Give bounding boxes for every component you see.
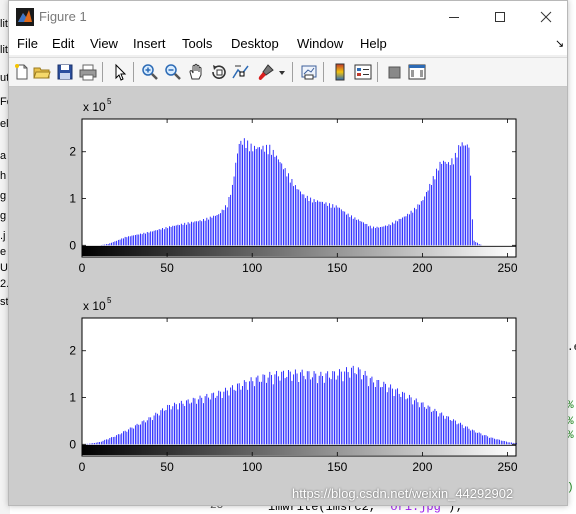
menu-bar: File Edit View Insert Tools Desktop Wind… — [9, 33, 567, 55]
y-tick-label: 2 — [69, 145, 76, 159]
y-multiplier-exponent: 5 — [107, 97, 112, 106]
rotate-3d-icon[interactable] — [210, 63, 228, 81]
x-tick-label: 100 — [242, 261, 262, 275]
y-tick-label: 2 — [69, 344, 76, 358]
link-plot-icon[interactable] — [300, 63, 318, 81]
dropdown-arrow-icon[interactable] — [277, 63, 287, 81]
menu-window[interactable]: Window — [297, 36, 343, 51]
minimize-button[interactable] — [431, 1, 477, 33]
menu-file[interactable]: File — [17, 36, 38, 51]
data-cursor-icon[interactable] — [232, 63, 250, 81]
histogram-panel-2: 0 50 100 150 200 250 0 1 2 x 10 5 — [69, 296, 518, 474]
maximize-icon — [495, 12, 505, 22]
x-tick-label: 0 — [79, 460, 86, 474]
y-multiplier-label: x 10 — [83, 100, 106, 114]
print-icon[interactable] — [79, 63, 97, 81]
background-text-fragment: .j — [0, 230, 6, 242]
background-text-fragment: .e — [567, 342, 576, 354]
x-tick-label: 100 — [242, 460, 262, 474]
y-tick-label: 1 — [69, 391, 76, 405]
x-tick-label: 250 — [497, 261, 517, 275]
y-tick-label: 1 — [69, 192, 76, 206]
window-title: Figure 1 — [39, 9, 87, 24]
zoom-in-icon[interactable] — [141, 63, 159, 81]
title-bar[interactable]: Figure 1 — [9, 1, 567, 33]
background-text-fragment: lit — [0, 18, 8, 30]
legend-icon[interactable] — [354, 63, 372, 81]
menu-view[interactable]: View — [90, 36, 118, 51]
dock-figure-icon[interactable]: ↘ — [555, 37, 564, 50]
brush-icon[interactable] — [257, 63, 275, 81]
y-multiplier-label: x 10 — [83, 299, 106, 313]
matlab-logo-icon — [16, 8, 34, 26]
grayscale-colorbar — [82, 246, 516, 256]
x-tick-label: 200 — [412, 460, 432, 474]
x-tick-label: 50 — [160, 261, 174, 275]
background-text-fragment: a — [0, 150, 7, 162]
colorbar-icon[interactable] — [331, 63, 349, 81]
x-tick-label: 150 — [327, 261, 347, 275]
toolbar-separator — [102, 62, 103, 82]
background-text-fragment: h — [0, 170, 7, 182]
menu-edit[interactable]: Edit — [52, 36, 74, 51]
figure-canvas[interactable]: 0 50 100 150 200 250 0 1 2 x 10 5 0 50 100 150 200 250 0 1… — [9, 87, 567, 505]
open-file-icon[interactable] — [33, 63, 51, 81]
background-text-fragment: g — [0, 210, 7, 222]
y-multiplier-exponent: 5 — [107, 296, 112, 305]
save-icon[interactable] — [56, 63, 74, 81]
figure-toolbar — [9, 57, 567, 87]
y-tick-label: 0 — [69, 238, 76, 252]
close-button[interactable] — [523, 1, 569, 33]
x-tick-label: 250 — [497, 460, 517, 474]
maximize-button[interactable] — [477, 1, 523, 33]
background-text-fragment: g — [0, 190, 7, 202]
y-tick-label: 0 — [69, 437, 76, 451]
histogram-figure[interactable]: 0 50 100 150 200 250012x 10 50 50 100 150 200 25001… — [9, 87, 567, 505]
x-tick-label: 0 — [79, 261, 86, 275]
pan-icon[interactable] — [187, 63, 205, 81]
x-tick-label: 150 — [327, 460, 347, 474]
minimize-icon — [449, 17, 459, 18]
toolbar-separator — [377, 62, 378, 82]
figure-window: Figure 1 File Edit View Insert Tools Des… — [8, 0, 568, 506]
watermark: https://blog.csdn.net/weixin_44292902 — [292, 486, 514, 501]
menu-tools[interactable]: Tools — [182, 36, 212, 51]
x-tick-label: 50 — [160, 460, 174, 474]
background-text-fragment: U — [0, 262, 8, 274]
menu-desktop[interactable]: Desktop — [231, 36, 279, 51]
new-figure-icon[interactable] — [13, 63, 31, 81]
grayscale-colorbar — [82, 445, 516, 455]
toolbar-separator — [133, 62, 134, 82]
pointer-icon[interactable] — [111, 63, 129, 81]
menu-insert[interactable]: Insert — [133, 36, 166, 51]
x-tick-label: 200 — [412, 261, 432, 275]
show-plot-tools-icon[interactable] — [408, 63, 426, 81]
hide-plot-tools-icon[interactable] — [386, 63, 404, 81]
histogram-panel-1: 0 50 100 150 200 250 0 1 2 x 10 5 — [69, 97, 518, 275]
menu-help[interactable]: Help — [360, 36, 387, 51]
background-text-fragment: lit — [0, 44, 8, 56]
toolbar-separator — [292, 62, 293, 82]
close-icon — [540, 11, 552, 23]
toolbar-separator — [323, 62, 324, 82]
background-text-fragment: e — [0, 246, 7, 258]
zoom-out-icon[interactable] — [164, 63, 182, 81]
